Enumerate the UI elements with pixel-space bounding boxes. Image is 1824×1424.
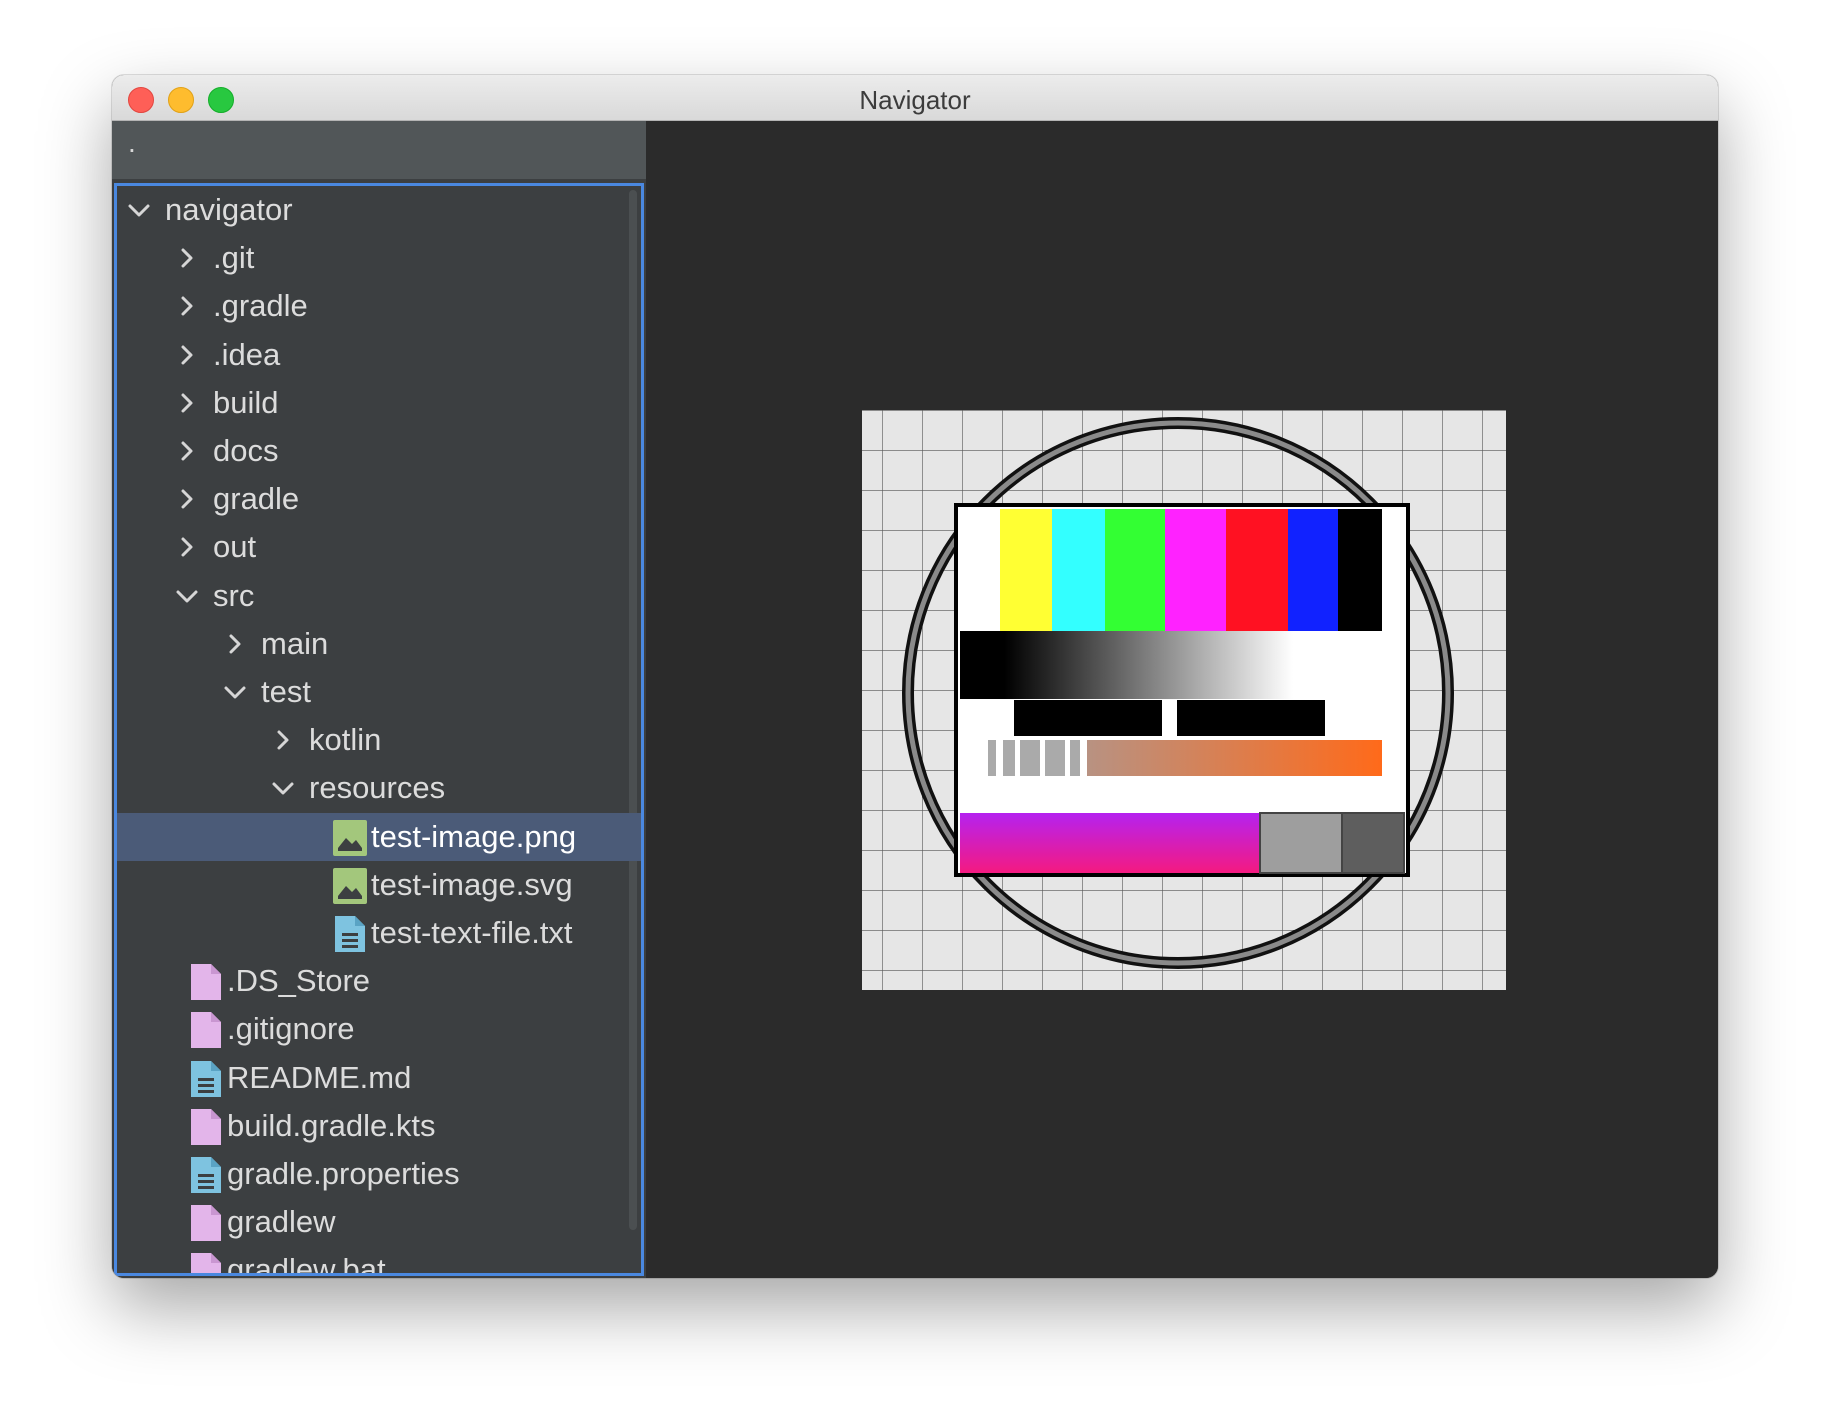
text-file-icon <box>189 1060 223 1097</box>
chevron-right-icon[interactable] <box>175 439 199 463</box>
image-preview <box>862 410 1506 990</box>
tree-item[interactable]: test-image.svg <box>117 861 641 909</box>
tree-item-label: kotlin <box>309 722 382 758</box>
tree-item[interactable]: .idea <box>117 331 641 379</box>
tree-item[interactable]: .gradle <box>117 282 641 330</box>
tree-item[interactable]: README.md <box>117 1054 641 1102</box>
tree-item[interactable]: test-text-file.txt <box>117 909 641 957</box>
tree-item[interactable]: gradlew <box>117 1198 641 1246</box>
tree-item-label: src <box>213 577 255 613</box>
tree-item-label: .gitignore <box>227 1011 355 1047</box>
tree-item[interactable]: .git <box>117 234 641 282</box>
chevron-down-icon[interactable] <box>271 776 295 800</box>
window-title: Navigator <box>859 85 971 115</box>
bar-magenta <box>1165 509 1226 631</box>
tree-item[interactable]: .DS_Store <box>117 957 641 1005</box>
image-file-icon <box>333 819 367 856</box>
file-icon <box>189 1253 223 1273</box>
tree-item-label: .idea <box>213 336 281 372</box>
tree-item-label: gradle.properties <box>227 1156 460 1191</box>
chevron-right-icon[interactable] <box>175 294 199 318</box>
black-block-left <box>1014 700 1162 736</box>
chevron-down-icon[interactable] <box>223 680 247 704</box>
chevron-right-icon[interactable] <box>175 391 199 415</box>
tree-item-label: navigator <box>165 192 293 227</box>
step-4 <box>1045 740 1065 776</box>
step-2 <box>1003 740 1015 776</box>
chevron-down-icon[interactable] <box>127 198 151 222</box>
file-icon <box>189 1205 223 1242</box>
tree-item-label: resources <box>309 770 446 806</box>
title-bar[interactable]: Navigator <box>112 75 1718 121</box>
file-icon <box>189 964 223 1001</box>
grayscale-gradient <box>960 631 1404 699</box>
bar-cyan <box>1052 509 1105 631</box>
tree-item-label: test-text-file.txt <box>371 915 573 950</box>
chevron-right-icon[interactable] <box>271 728 295 752</box>
file-icon <box>189 1012 223 1049</box>
tree-item[interactable]: kotlin <box>117 716 641 764</box>
tree-item-label: build <box>213 384 279 420</box>
path-bar[interactable]: . <box>112 121 646 179</box>
bar-white <box>960 509 1000 631</box>
tree-item[interactable]: gradle.properties <box>117 1150 641 1198</box>
tree-item-label: docs <box>213 433 279 468</box>
bar-blue <box>1288 509 1338 631</box>
image-file-icon <box>333 867 367 904</box>
bar-black <box>1338 509 1382 631</box>
tree-item[interactable]: gradlew.bat <box>117 1246 641 1276</box>
step-1 <box>988 740 996 776</box>
tree-item[interactable]: build <box>117 379 641 427</box>
tree-item[interactable]: main <box>117 620 641 668</box>
tree-item[interactable]: navigator <box>117 186 641 234</box>
app-window: Navigator . navigator .git .gradle .idea bui… <box>112 75 1718 1278</box>
tree-item[interactable]: test <box>117 668 641 716</box>
file-icon <box>189 1108 223 1145</box>
tree-item-label: test-image.png <box>371 818 577 854</box>
bar-red <box>1226 509 1288 631</box>
chevron-right-icon[interactable] <box>223 632 247 656</box>
tree-item[interactable]: docs <box>117 427 641 475</box>
orange-gradient <box>1087 740 1382 776</box>
tree-item-label: test-image.svg <box>371 866 573 902</box>
chevron-right-icon[interactable] <box>175 343 199 367</box>
bar-green <box>1105 509 1165 631</box>
step-5 <box>1070 740 1080 776</box>
tree-item-label: .gradle <box>213 288 308 324</box>
chevron-right-icon[interactable] <box>175 535 199 559</box>
tree-item-label: test <box>261 674 311 709</box>
gray-block-dark <box>1341 812 1405 874</box>
tree-item-label: .DS_Store <box>227 963 371 999</box>
tree-item-label: out <box>213 529 257 565</box>
magenta-gradient <box>960 813 1260 873</box>
tree-item[interactable]: .gitignore <box>117 1005 641 1053</box>
file-tree[interactable]: navigator .git .gradle .idea build docs gradle… <box>114 183 644 1276</box>
step-3 <box>1020 740 1040 776</box>
tree-item[interactable]: build.gradle.kts <box>117 1102 641 1150</box>
text-file-icon <box>333 916 367 952</box>
tree-item-label: README.md <box>227 1059 412 1095</box>
text-file-icon <box>189 1157 223 1193</box>
tree-item[interactable]: gradle <box>117 475 641 523</box>
chevron-right-icon[interactable] <box>175 246 199 270</box>
tree-item[interactable]: out <box>117 523 641 571</box>
bar-yellow <box>1000 509 1052 631</box>
chevron-right-icon[interactable] <box>175 487 199 511</box>
tree-item-label: main <box>261 625 329 661</box>
tree-item-label: gradle <box>213 481 300 517</box>
tree-item-label: build.gradle.kts <box>227 1107 436 1143</box>
file-sidebar: . navigator .git .gradle .idea build docs grad… <box>112 121 646 1278</box>
tree-item-label: gradlew <box>227 1204 336 1240</box>
tree-item[interactable]: resources <box>117 764 641 812</box>
tree-item-label: .git <box>213 240 255 276</box>
black-block-right <box>1177 700 1325 736</box>
tree-item[interactable]: test-image.png <box>117 812 641 861</box>
gray-block-light <box>1259 812 1343 874</box>
tree-item[interactable]: src <box>117 572 641 620</box>
tree-item-label: gradlew.bat <box>227 1252 386 1276</box>
chevron-down-icon[interactable] <box>175 584 199 608</box>
